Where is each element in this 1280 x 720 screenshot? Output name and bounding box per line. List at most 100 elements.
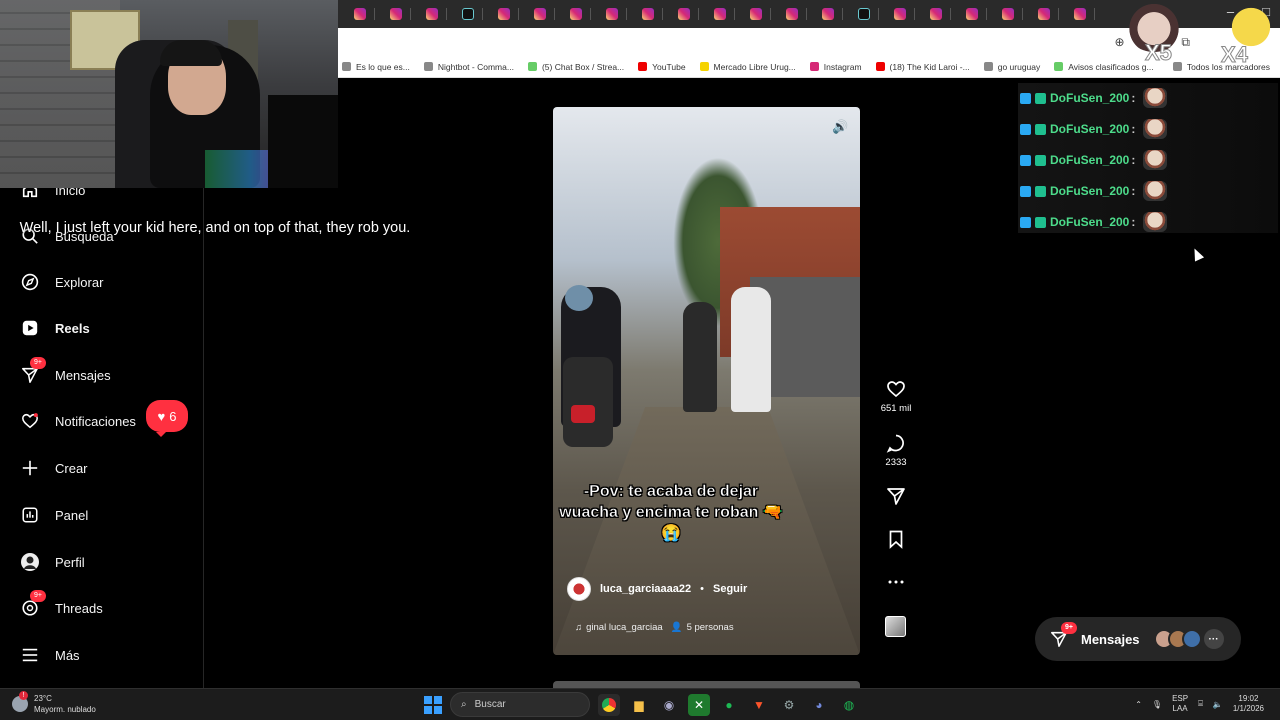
browser-tab[interactable] [454, 0, 490, 28]
audio-link[interactable]: ♫ ginal luca_garciaa [575, 622, 663, 633]
weather-widget[interactable]: ! 23°C Mayorm. nublado [12, 691, 96, 715]
browser-tab[interactable] [958, 0, 994, 28]
reel-caption: -Pov: te acaba de dejar wuacha y encima … [553, 481, 783, 544]
comment-button[interactable]: 2333 [876, 432, 916, 468]
notification-count-pill[interactable]: ♥ 6 [146, 400, 188, 437]
tagged-people[interactable]: 👤 5 personas [671, 622, 734, 633]
sidebar-item-panel[interactable]: Panel [20, 505, 88, 525]
spotify-alt-icon[interactable]: ◍ [838, 694, 860, 716]
sidebar-item-perfil[interactable]: Perfil [20, 552, 85, 572]
app-icon[interactable]: ⚙ [778, 694, 800, 716]
instagram-icon [749, 8, 762, 20]
volume-icon[interactable]: 🔊 [832, 119, 848, 135]
heart-filled-icon: ♥ [157, 408, 166, 424]
network-icon[interactable]: ⌸ [1198, 699, 1203, 709]
browser-tab[interactable] [742, 0, 778, 28]
browser-tab[interactable] [1030, 0, 1066, 28]
sub-badge-icon [1035, 123, 1046, 135]
brave-icon[interactable]: ▼ [748, 694, 770, 716]
author-username[interactable]: luca_garciaaaa22 [600, 583, 691, 595]
browser-tab[interactable] [778, 0, 814, 28]
bookmark-item[interactable]: Instagram [809, 62, 862, 72]
like-button[interactable]: 651 mil [876, 378, 916, 414]
browser-tab[interactable] [886, 0, 922, 28]
sidebar-item-explorar[interactable]: Explorar [20, 272, 103, 292]
clock-time: 19:02 [1238, 694, 1259, 703]
microphone-icon[interactable]: 🎙 [1152, 700, 1162, 709]
bookmark-item[interactable]: Mercado Libre Urug... [699, 62, 796, 72]
next-reel-preview[interactable] [553, 681, 860, 688]
chat-message: DoFuSen_200: [1020, 181, 1168, 201]
taskbar-search[interactable]: ⌕ Buscar [450, 692, 590, 717]
save-button[interactable] [876, 528, 916, 550]
sidebar-item-mas[interactable]: Más [20, 645, 80, 665]
audio-thumbnail[interactable] [885, 616, 906, 637]
language-indicator[interactable]: ESP LAA [1172, 694, 1188, 714]
zoom-icon[interactable]: ⊕ [1115, 35, 1125, 49]
bookmark-item[interactable]: Es lo que es... [342, 62, 410, 72]
discord-icon[interactable]: ◕ [808, 694, 830, 716]
reels-icon [20, 318, 40, 338]
menu-icon [20, 645, 40, 665]
bookmark-item[interactable]: go uruguay [983, 62, 1040, 72]
chevron-up-icon[interactable]: ⌃ [1135, 700, 1142, 709]
chat-username: DoFuSen_200 [1050, 184, 1130, 198]
sidebar-item-threads[interactable]: 9+ Threads [20, 590, 103, 618]
sidebar-item-label: Crear [55, 460, 88, 476]
clock-date: 1/1/2026 [1232, 704, 1264, 713]
messages-badge: 9+ [1061, 622, 1077, 634]
browser-tab[interactable] [706, 0, 742, 28]
messages-floating-button[interactable]: 9+ Mensajes ··· [1035, 617, 1241, 661]
weather-desc: Mayorm. nublado [34, 705, 96, 714]
prime-badge-icon [1020, 185, 1031, 197]
reel-video[interactable]: 🔊 -Pov: te acaba de dejar wuacha y encim… [553, 107, 860, 655]
author-avatar[interactable] [567, 577, 591, 601]
share-button[interactable] [876, 485, 916, 507]
browser-tab[interactable] [346, 0, 382, 28]
chat-message: DoFuSen_200: [1020, 119, 1168, 139]
browser-tab[interactable] [490, 0, 526, 28]
reel-motorbike-fender [571, 405, 595, 423]
spotify-icon[interactable]: ● [718, 694, 740, 716]
sidebar-item-reels[interactable]: Reels [20, 318, 90, 338]
xbox-icon[interactable]: ✕ [688, 693, 710, 716]
more-options-button[interactable] [876, 571, 916, 593]
bookmark-item[interactable]: (18) The Kid Laroi -... [875, 62, 970, 72]
browser-tab[interactable] [526, 0, 562, 28]
browser-tab[interactable] [922, 0, 958, 28]
chrome-icon[interactable] [598, 693, 620, 716]
tab-separator [445, 8, 447, 20]
sidebar-item-notificaciones[interactable]: Notificaciones [20, 411, 136, 431]
windows-start-icon[interactable] [424, 695, 442, 714]
file-explorer-icon[interactable]: ▆ [628, 694, 650, 716]
browser-tab[interactable] [562, 0, 598, 28]
bookmark-item[interactable]: YouTube [638, 61, 686, 72]
browser-tab[interactable] [814, 0, 850, 28]
sidebar-item-mensajes[interactable]: 9+ Mensajes [20, 357, 111, 385]
bookmark-item[interactable]: Nightbot - Comma... [423, 62, 514, 72]
more-contacts: ··· [1203, 629, 1224, 649]
nightbot-icon [423, 62, 433, 71]
tab-separator [913, 8, 915, 20]
browser-tab[interactable] [850, 0, 886, 28]
sidebar-item-crear[interactable]: Crear [20, 458, 88, 478]
bookmark-item[interactable]: (5) Chat Box / Strea... [527, 62, 624, 72]
browser-tab[interactable] [670, 0, 706, 28]
volume-icon[interactable]: 🔈 [1213, 700, 1223, 709]
browser-tab[interactable] [598, 0, 634, 28]
browser-tab[interactable] [994, 0, 1030, 28]
chat-message: DoFuSen_200: [1020, 88, 1168, 108]
browser-tab[interactable] [1066, 0, 1102, 28]
browser-tab[interactable] [382, 0, 418, 28]
sidebar-item-label: Threads [55, 600, 103, 616]
tab-separator [1057, 8, 1059, 20]
tab-separator [373, 8, 375, 20]
browser-tab[interactable] [634, 0, 670, 28]
bookmark-label: YouTube [652, 61, 686, 72]
clock[interactable]: 19:02 1/1/2026 [1233, 694, 1264, 714]
browser-tab[interactable] [418, 0, 454, 28]
steam-icon[interactable]: ◉ [658, 694, 680, 716]
instagram-icon [809, 62, 819, 71]
emote-icon [1143, 150, 1168, 170]
follow-button[interactable]: Seguir [713, 583, 747, 595]
